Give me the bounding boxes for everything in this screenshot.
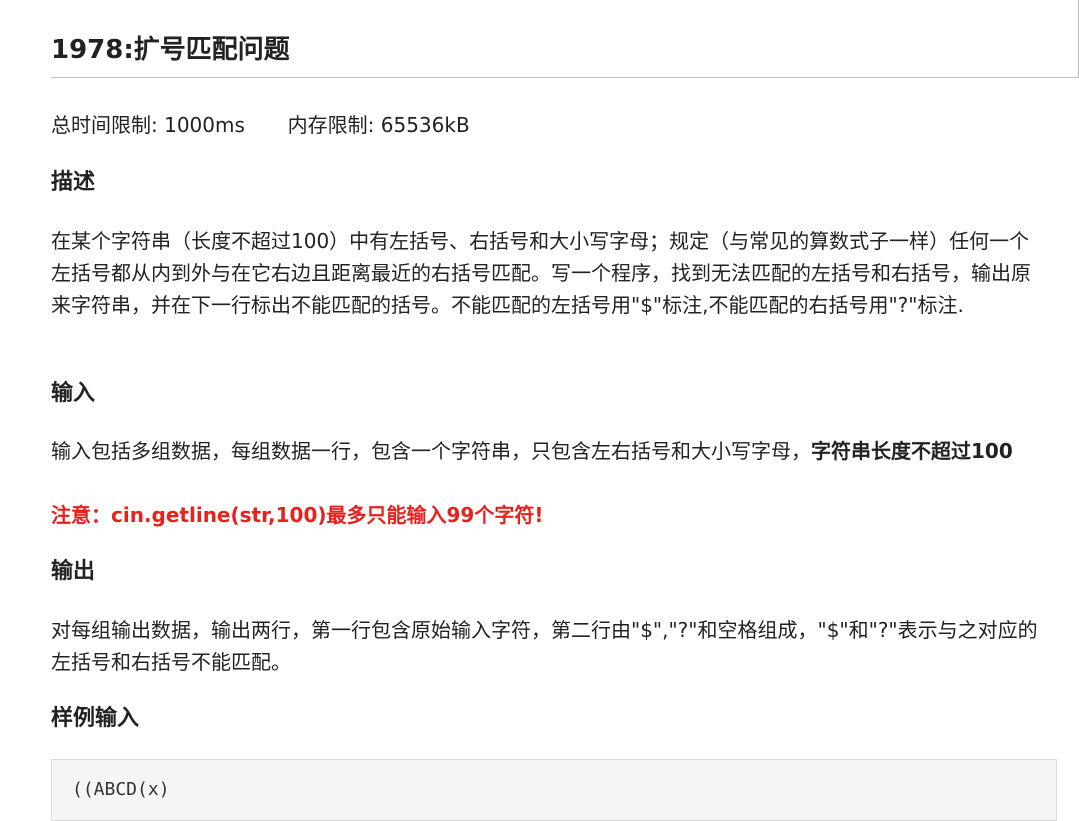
memory-limit-label: 内存限制: — [287, 113, 375, 137]
input-text: 输入包括多组数据，每组数据一行，包含一个字符串，只包含左右括号和大小写字母，字符… — [51, 435, 1041, 467]
title-bar: 1978:扩号匹配问题 — [51, 0, 1079, 78]
output-text: 对每组输出数据，输出两行，第一行包含原始输入字符，第二行由"$","?"和空格组… — [51, 618, 1038, 674]
input-heading: 输入 — [51, 381, 96, 406]
description-text: 在某个字符串（长度不超过100）中有左括号、右括号和大小写字母；规定（与常见的算… — [51, 229, 1031, 317]
problem-page: 1978:扩号匹配问题 总时间限制: 1000ms 内存限制: 65536kB … — [51, 0, 1079, 821]
page-title: 1978:扩号匹配问题 — [51, 35, 290, 65]
sample-input-code: ((ABCD(x) — [72, 779, 170, 800]
sample-input-box: ((ABCD(x) — [51, 759, 1057, 821]
description-heading: 描述 — [51, 170, 96, 195]
memory-limit-value: 65536kB — [380, 113, 470, 137]
time-limit-value: 1000ms — [164, 113, 245, 137]
limits-row: 总时间限制: 1000ms 内存限制: 65536kB — [51, 111, 470, 139]
input-text-plain: 输入包括多组数据，每组数据一行，包含一个字符串，只包含左右括号和大小写字母， — [51, 439, 811, 463]
sample-input-heading: 样例输入 — [51, 706, 140, 731]
input-text-bold: 字符串长度不超过100 — [811, 439, 1013, 463]
input-warning: 注意：cin.getline(str,100)最多只能输入99个字符! — [51, 503, 544, 527]
output-heading: 输出 — [51, 559, 96, 584]
time-limit-label: 总时间限制: — [51, 113, 158, 137]
